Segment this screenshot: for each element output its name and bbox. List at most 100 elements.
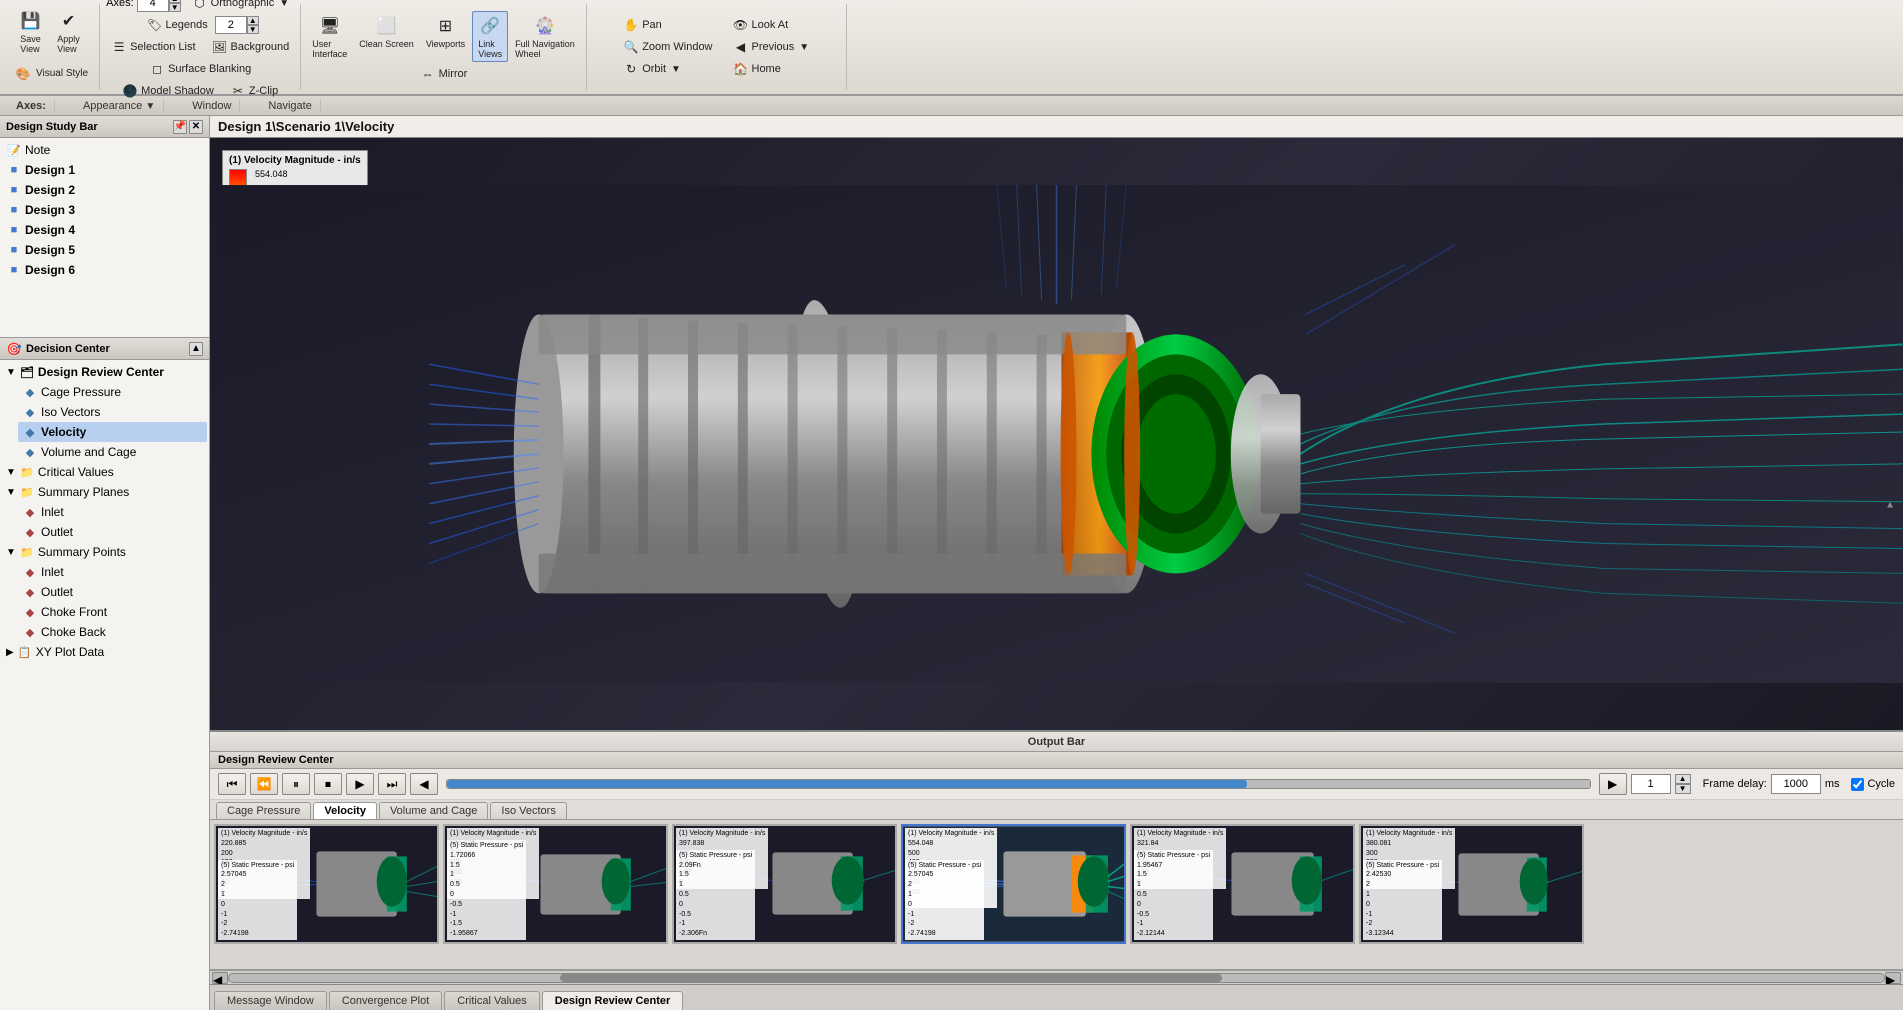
appearance-dropdown[interactable]: ▼ (145, 101, 155, 112)
tree-critical-values[interactable]: ▼ 📁 Critical Values (2, 462, 207, 482)
scroll-left[interactable]: ◀ (212, 972, 228, 984)
navigate-row1: ✋ Pan 🔍 Zoom Window ↻ Orbit ▼ 👁 Look At (618, 15, 814, 79)
cycle-checkbox[interactable] (1851, 778, 1864, 791)
play-back[interactable]: ⏪ (250, 773, 278, 795)
tree-design4[interactable]: ■ Design 4 (2, 220, 207, 240)
frame-number-input[interactable] (1631, 774, 1671, 794)
home-button[interactable]: 🏠 Home (728, 59, 815, 79)
play-forward[interactable]: ▶ (346, 773, 374, 795)
orbit-button[interactable]: ↻ Orbit ▼ (618, 59, 717, 79)
thumbnail-3[interactable]: (1) Velocity Magnitude - in/s397.8383002… (672, 824, 897, 944)
pause[interactable]: ⏸ (282, 773, 310, 795)
bottom-tab-critical-values[interactable]: Critical Values (444, 991, 540, 1010)
thumbnail-1[interactable]: (1) Velocity Magnitude - in/s220.8852001… (214, 824, 439, 944)
surface-blanking-button[interactable]: ◻ Surface Blanking (144, 59, 256, 79)
tree-summary-points[interactable]: ▼ 📁 Summary Points (2, 542, 207, 562)
output-bar-expand[interactable]: ▲ (1885, 500, 1895, 511)
model-shadow-button[interactable]: 🌑 Model Shadow (117, 81, 219, 101)
appearance-tab[interactable]: Appearance ▼ (75, 100, 164, 112)
thumbnail-4[interactable]: (1) Velocity Magnitude - in/s554.0485004… (901, 824, 1126, 944)
tree-design6[interactable]: ■ Design 6 (2, 260, 207, 280)
play-to-end[interactable]: ⏭ (378, 773, 406, 795)
legends-button[interactable]: 🏷 Legends (142, 15, 213, 35)
axes-dn[interactable]: ▼ (169, 3, 181, 12)
bottom-tab-convergence-plot[interactable]: Convergence Plot (329, 991, 442, 1010)
tree-design3[interactable]: ■ Design 3 (2, 200, 207, 220)
thumbnail-2[interactable]: (1) Velocity Magnitude - in/s876.6357005… (443, 824, 668, 944)
output-tab-velocity[interactable]: Velocity (313, 802, 377, 819)
previous-button[interactable]: ◀ Previous ▼ (728, 37, 815, 57)
legends-input[interactable]: 2 (215, 16, 247, 34)
clean-screen-button[interactable]: ⬜ Clean Screen (354, 11, 419, 52)
frame-delay-input[interactable] (1771, 774, 1821, 794)
zoom-window-button[interactable]: 🔍 Zoom Window (618, 37, 717, 57)
playback-progress[interactable] (446, 779, 1591, 789)
progress-fill (447, 780, 1247, 788)
tree-velocity[interactable]: ◆ Velocity (18, 422, 207, 442)
play-expand[interactable]: ◀ (410, 773, 438, 795)
tree-xy-plot-data[interactable]: ▶ 📋 XY Plot Data (2, 642, 207, 662)
axes-spinner[interactable]: 4 ▲ ▼ (137, 0, 181, 12)
visual-style-button[interactable]: 🎨 Visual Style (6, 59, 93, 89)
apply-view-button[interactable]: ✔ ApplyView (51, 6, 87, 57)
thumbnail-5[interactable]: (1) Velocity Magnitude - in/s321.8430020… (1130, 824, 1355, 944)
tree-design2[interactable]: ■ Design 2 (2, 180, 207, 200)
bottom-tab-message-window[interactable]: Message Window (214, 991, 327, 1010)
output-tab-volume-cage[interactable]: Volume and Cage (379, 802, 488, 819)
save-view-button[interactable]: 💾 SaveView (13, 6, 49, 57)
tree-summary-planes[interactable]: ▼ 📁 Summary Planes (2, 482, 207, 502)
mirror-button[interactable]: ⇔ Mirror (415, 64, 473, 84)
panel-close-button[interactable]: ✕ (189, 120, 203, 134)
axes-input[interactable]: 4 (137, 0, 169, 12)
thumbnails-scrollbar[interactable]: ◀ ▶ (210, 970, 1903, 984)
dc-scroll-up[interactable]: ▲ (189, 342, 203, 356)
tree-cage-pressure[interactable]: ◆ Cage Pressure (18, 382, 207, 402)
tree-outlet-pt[interactable]: ◆ Outlet (18, 582, 207, 602)
tree-volume-and-cage[interactable]: ◆ Volume and Cage (18, 442, 207, 462)
legends-up[interactable]: ▲ (247, 16, 259, 25)
navigate-tab[interactable]: Navigate (260, 100, 320, 112)
thumbnail-6[interactable]: (1) Velocity Magnitude - in/s380.0813002… (1359, 824, 1584, 944)
look-at-button[interactable]: 👁 Look At (728, 15, 815, 35)
tree-inlet-plane[interactable]: ◆ Inlet (18, 502, 207, 522)
window-tab[interactable]: Window (184, 100, 240, 112)
scroll-right[interactable]: ▶ (1885, 972, 1901, 984)
tree-design1[interactable]: ■ Design 1 (2, 160, 207, 180)
tree-choke-front[interactable]: ◆ Choke Front (18, 602, 207, 622)
full-nav-wheel-button[interactable]: 🎡 Full NavigationWheel (510, 11, 580, 62)
window-row1: 🖥 UserInterface ⬜ Clean Screen ⊞ Viewpor… (307, 11, 579, 62)
bottom-tab-design-review-center[interactable]: Design Review Center (542, 991, 684, 1010)
viewports-button[interactable]: ⊞ Viewports (421, 11, 470, 52)
link-views-button[interactable]: 🔗 LinkViews (472, 11, 508, 62)
tree-outlet-plane[interactable]: ◆ Outlet (18, 522, 207, 542)
tree-design-review-center[interactable]: ▼ 🗂 Design Review Center (2, 362, 207, 382)
output-bar: Output Bar ▲ Design Review Center ⏮ ⏪ ⏸ … (210, 730, 1903, 1010)
stop[interactable]: ⏹ (314, 773, 342, 795)
pan-button[interactable]: ✋ Pan (618, 15, 717, 35)
viewport-3d[interactable]: (1) Velocity Magnitude - in/s 554.048 50… (210, 138, 1903, 730)
tree-iso-vectors[interactable]: ◆ Iso Vectors (18, 402, 207, 422)
tree-note[interactable]: 📝 Note (2, 140, 207, 160)
legends-dn[interactable]: ▼ (247, 25, 259, 34)
play-to-start[interactable]: ⏮ (218, 773, 246, 795)
view-settings-tab[interactable]: Axes: (8, 100, 55, 112)
play-right-arrow[interactable]: ▶ (1599, 773, 1627, 795)
orbit-arrow: ▼ (671, 64, 681, 75)
background-button[interactable]: 🖼 Background (207, 37, 295, 57)
tree-design5[interactable]: ■ Design 5 (2, 240, 207, 260)
tree-inlet-pt[interactable]: ◆ Inlet (18, 562, 207, 582)
legends-spinner[interactable]: 2 ▲ ▼ (215, 16, 259, 34)
frame-dn[interactable]: ▼ (1675, 784, 1691, 794)
frame-up[interactable]: ▲ (1675, 774, 1691, 784)
output-tab-iso-vectors[interactable]: Iso Vectors (490, 802, 566, 819)
xy-label: XY Plot Data (36, 645, 104, 659)
design5-label: Design 5 (25, 243, 75, 257)
panel-pin-button[interactable]: 📌 (173, 120, 187, 134)
output-tab-cage-pressure[interactable]: Cage Pressure (216, 802, 311, 819)
selection-list-button[interactable]: ☰ Selection List (106, 37, 200, 57)
z-clip-button[interactable]: ✂ Z-Clip (225, 81, 283, 101)
tree-choke-back[interactable]: ◆ Choke Back (18, 622, 207, 642)
scroll-track[interactable] (228, 973, 1885, 983)
orthographic-button[interactable]: ⬡ Orthographic ▼ (187, 0, 295, 13)
user-interface-button[interactable]: 🖥 UserInterface (307, 11, 352, 62)
